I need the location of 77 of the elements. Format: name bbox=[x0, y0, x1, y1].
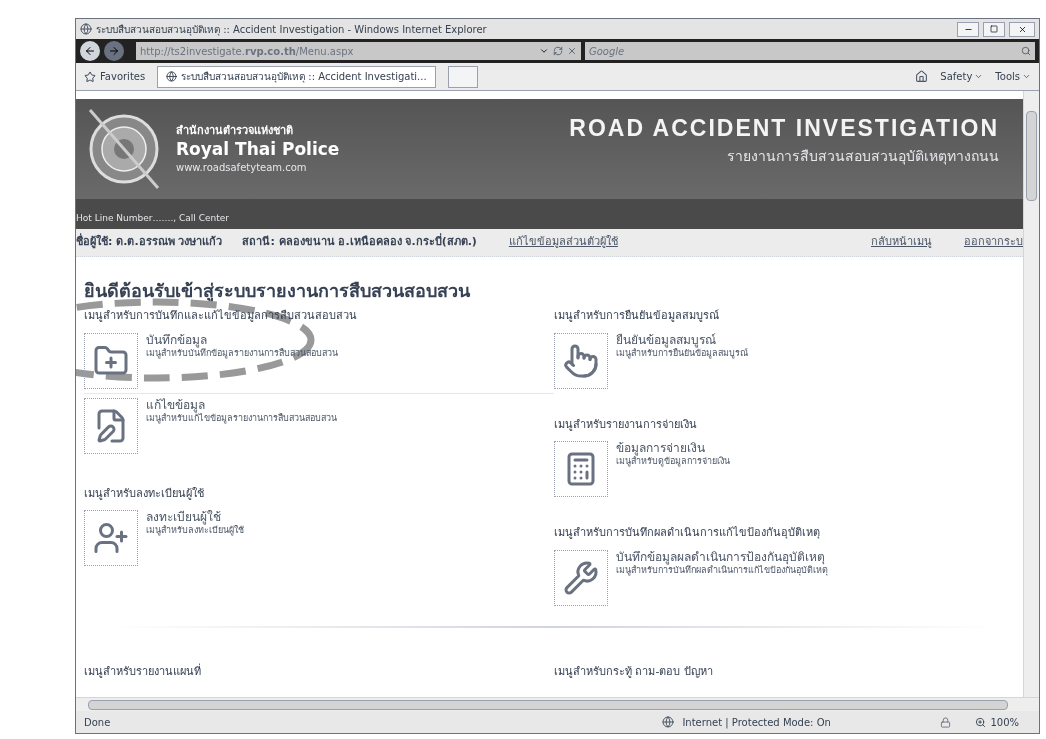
user-icon bbox=[93, 520, 129, 556]
stop-icon bbox=[567, 46, 577, 56]
menu-item-description: เมนูสำหรับการยืนยันข้อมูลสมบูรณ์ bbox=[616, 347, 748, 359]
favorites-button[interactable]: Favorites bbox=[84, 69, 146, 84]
section-title: เมนูสำหรับการบันทึกผลดำเนินการแก้ไขป้องกันอุบัติเหตุ bbox=[554, 525, 821, 541]
menu-item-description: เมนูสำหรับการบันทึกผลดำเนินการแก้ไขป้องกันอุบัติเหตุ bbox=[616, 564, 828, 576]
page-icon bbox=[166, 71, 178, 82]
wrench-icon bbox=[563, 559, 599, 596]
lock-icon[interactable] bbox=[940, 716, 952, 728]
command-button[interactable]: Tools bbox=[995, 69, 1031, 84]
new-tab-button[interactable] bbox=[447, 65, 478, 88]
user-bar-link[interactable]: กลับหน้าเมนู bbox=[871, 234, 932, 251]
back-button[interactable] bbox=[80, 41, 100, 61]
menu-item-title[interactable]: บันทึกข้อมูลผลดำเนินการป้องกันอุบัติเหตุ bbox=[616, 549, 828, 565]
command-button[interactable]: Safety bbox=[940, 69, 984, 84]
menu-item-title[interactable]: ข้อมูลการจ่ายเงิน bbox=[616, 441, 730, 456]
organization-thai-name: สำนักงานตำรวจแห่งชาติ bbox=[176, 122, 294, 139]
home-icon[interactable] bbox=[915, 70, 929, 83]
menu-icon-tile[interactable] bbox=[554, 549, 608, 606]
menu-item-title[interactable]: ลงทะเบียนผู้ใช้ bbox=[146, 510, 244, 525]
section-title: เมนูสำหรับรายงานการจ่ายเงิน bbox=[554, 416, 698, 433]
caret-icon bbox=[974, 72, 984, 81]
dropdown-icon bbox=[539, 46, 549, 56]
banner-title: ROAD ACCIDENT INVESTIGATION bbox=[569, 114, 999, 144]
zoom-icon bbox=[975, 716, 987, 728]
section-title: เมนูสำหรับกระทู้ ถาม-ตอบ ปัญหา bbox=[554, 663, 713, 680]
menu-icon-tile[interactable] bbox=[554, 332, 608, 389]
section-title: เมนูสำหรับการยืนยันข้อมูลสมบูรณ์ bbox=[554, 308, 720, 324]
forward-arrow-icon bbox=[108, 45, 120, 57]
page-heading: ยินดีต้อนรับเข้าสู่ระบบรายงานการสืบสวนสอบสวน bbox=[84, 279, 471, 304]
hotline-text: Hot Line Number……., Call Center bbox=[76, 211, 229, 225]
close-button[interactable] bbox=[1009, 21, 1035, 37]
browser-tab[interactable]: ระบบสืบสวนสอบสวนอุบัติเหตุ :: Accident Investigati... bbox=[157, 65, 436, 88]
menu-item-description: เมนูสำหรับแก้ไขข้อมูลรายงานการสืบสวนสอบสวน bbox=[146, 412, 337, 424]
status-text: Done bbox=[84, 715, 112, 730]
station-name: สถานี: คลองขนาน อ.เหนือคลอง จ.กระบี่(สภต.) bbox=[242, 234, 477, 251]
menu-item-title[interactable]: แก้ไขข้อมูล bbox=[146, 397, 337, 413]
organization-name: Royal Thai Police bbox=[176, 139, 340, 161]
zoom-button[interactable]: 100% bbox=[975, 714, 1019, 730]
menu-item-title[interactable]: ยืนยันข้อมูลสมบูรณ์ bbox=[616, 332, 748, 348]
menu-item-description: เมนูสำหรับดูข้อมูลการจ่ายเงิน bbox=[616, 456, 730, 468]
menu-item-description: เมนูสำหรับลงทะเบียนผู้ใช้ bbox=[146, 525, 244, 537]
menu-icon-tile[interactable] bbox=[84, 510, 138, 566]
banner-subtitle: รายงานการสืบสวนสอบสวนอุบัติเหตุทางถนน bbox=[727, 146, 999, 167]
forward-button[interactable] bbox=[104, 41, 124, 61]
browser-icon bbox=[80, 23, 92, 35]
back-arrow-icon bbox=[84, 45, 96, 57]
globe-icon bbox=[662, 716, 675, 728]
maximize-icon bbox=[990, 25, 998, 33]
caret-icon bbox=[1022, 72, 1031, 81]
user-bar-link[interactable]: แก้ไขข้อมูลส่วนตัวผู้ใช้ bbox=[508, 234, 618, 251]
menu-icon-tile[interactable] bbox=[84, 332, 138, 389]
vertical-scrollbar[interactable] bbox=[1023, 91, 1039, 697]
search-icon[interactable] bbox=[1021, 46, 1031, 56]
refresh-icon bbox=[553, 46, 563, 56]
section-title: เมนูสำหรับการบันทึกและแก้ไขข้อมูลการสืบสวนสอบสวน bbox=[84, 308, 358, 324]
url-text: http://ts2investigate.rvp.co.th/Menu.aspx bbox=[140, 44, 355, 59]
menu-icon-tile[interactable] bbox=[84, 397, 138, 454]
menu-item-title[interactable]: บันทึกข้อมูล bbox=[146, 332, 338, 348]
minimize-button[interactable] bbox=[957, 21, 979, 37]
search-field[interactable]: Google bbox=[585, 42, 1017, 60]
close-icon bbox=[1017, 24, 1027, 34]
user-name: ชื่อผู้ใช้: ด.ต.อรรณพ วงษาแก้ว bbox=[76, 234, 223, 251]
horizontal-scrollbar[interactable] bbox=[76, 697, 1039, 711]
section-title: เมนูสำหรับลงทะเบียนผู้ใช้ bbox=[84, 485, 205, 502]
maximize-button[interactable] bbox=[983, 21, 1005, 37]
menu-item-description: เมนูสำหรับบันทึกข้อมูลรายงานการสืบสวนสอบสวน bbox=[146, 347, 338, 359]
security-zone: Internet | Protected Mode: On bbox=[682, 715, 832, 730]
window-title: ระบบสืบสวนสอบสวนอุบัติเหตุ :: Accident Investigation - Windows Internet Explorer bbox=[96, 22, 488, 37]
user-bar-link[interactable]: ออกจากระบ bbox=[964, 234, 1023, 251]
scroll-thumb[interactable] bbox=[1026, 111, 1037, 201]
website-text: www.roadsafetyteam.com bbox=[176, 161, 308, 176]
scroll-thumb[interactable] bbox=[88, 699, 1008, 710]
star-icon bbox=[84, 70, 96, 83]
hand-icon bbox=[563, 342, 599, 379]
section-title: เมนูสำหรับรายงานแผนที่ bbox=[84, 663, 202, 680]
menu-icon-tile[interactable] bbox=[554, 441, 608, 497]
